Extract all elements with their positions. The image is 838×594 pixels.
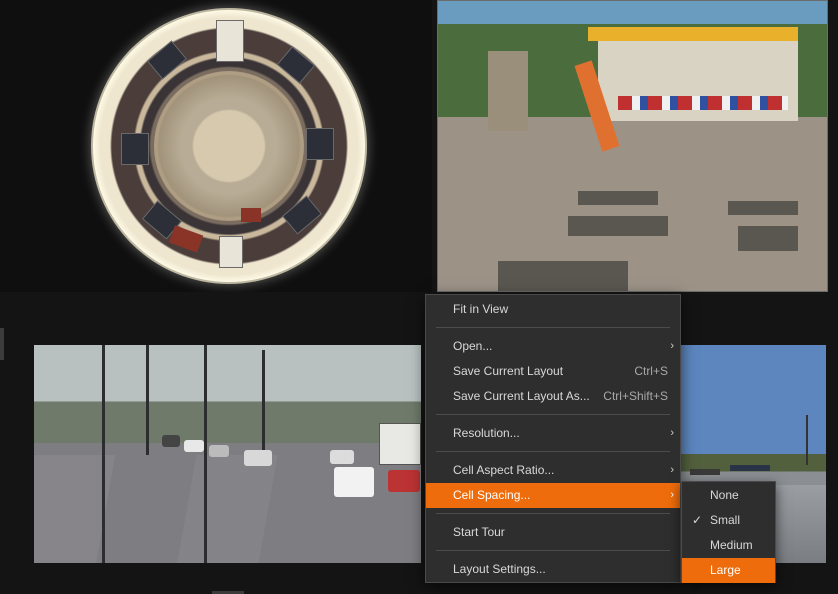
side-panel-handle[interactable] [0,328,4,360]
menu-item-label: Save Current Layout As... [453,389,590,403]
menu-item-shortcut: Ctrl+S [634,364,668,378]
menu-item-resolution[interactable]: Resolution... › [426,421,680,446]
menu-item-shortcut: Ctrl+Shift+S [603,389,668,403]
menu-item-label: Start Tour [453,525,505,539]
submenu-item-label: Medium [710,538,753,552]
menu-item-label: Open... [453,339,493,353]
beach-video-feed [438,1,827,291]
submenu-item-label: Large [710,563,741,577]
menu-item-start-tour[interactable]: Start Tour [426,520,680,545]
menu-item-label: Cell Spacing... [453,488,531,502]
menu-item-save-layout-as[interactable]: Save Current Layout As... Ctrl+Shift+S [426,384,680,409]
submenu-item-large[interactable]: Large [682,558,775,583]
menu-item-label: Save Current Layout [453,364,564,378]
menu-item-fit-in-view[interactable]: Fit in View [426,297,680,322]
cell-spacing-submenu: None ✓ Small Medium Large [681,481,776,583]
menu-separator [436,550,670,551]
menu-separator [436,414,670,415]
camera-cell-street[interactable] [34,345,421,563]
menu-item-label: Cell Aspect Ratio... [453,463,555,477]
menu-item-save-layout[interactable]: Save Current Layout Ctrl+S [426,359,680,384]
menu-item-cell-aspect-ratio[interactable]: Cell Aspect Ratio... › [426,458,680,483]
submenu-item-small[interactable]: ✓ Small [682,508,775,533]
submenu-item-medium[interactable]: Medium [682,533,775,558]
menu-separator [436,327,670,328]
fisheye-video-feed [91,8,367,284]
layout-context-menu: Fit in View Open... › Save Current Layou… [425,294,681,583]
menu-item-open[interactable]: Open... › [426,334,680,359]
submenu-item-none[interactable]: None [682,483,775,508]
menu-item-cell-spacing[interactable]: Cell Spacing... › [426,483,680,508]
chevron-right-icon: › [670,464,674,476]
checkmark-icon: ✓ [692,513,703,527]
chevron-right-icon: › [670,427,674,439]
camera-cell-beach[interactable] [437,0,828,292]
menu-item-label: Fit in View [453,302,509,316]
menu-item-label: Layout Settings... [453,562,546,576]
submenu-item-label: None [710,488,739,502]
menu-item-label: Resolution... [453,426,520,440]
street-video-feed [34,345,421,563]
menu-separator [436,513,670,514]
chevron-right-icon: › [670,340,674,352]
submenu-item-label: Small [710,513,741,527]
camera-cell-fisheye[interactable] [0,0,432,292]
chevron-right-icon: › [670,489,674,501]
menu-item-layout-settings[interactable]: Layout Settings... [426,557,680,582]
menu-separator [436,451,670,452]
